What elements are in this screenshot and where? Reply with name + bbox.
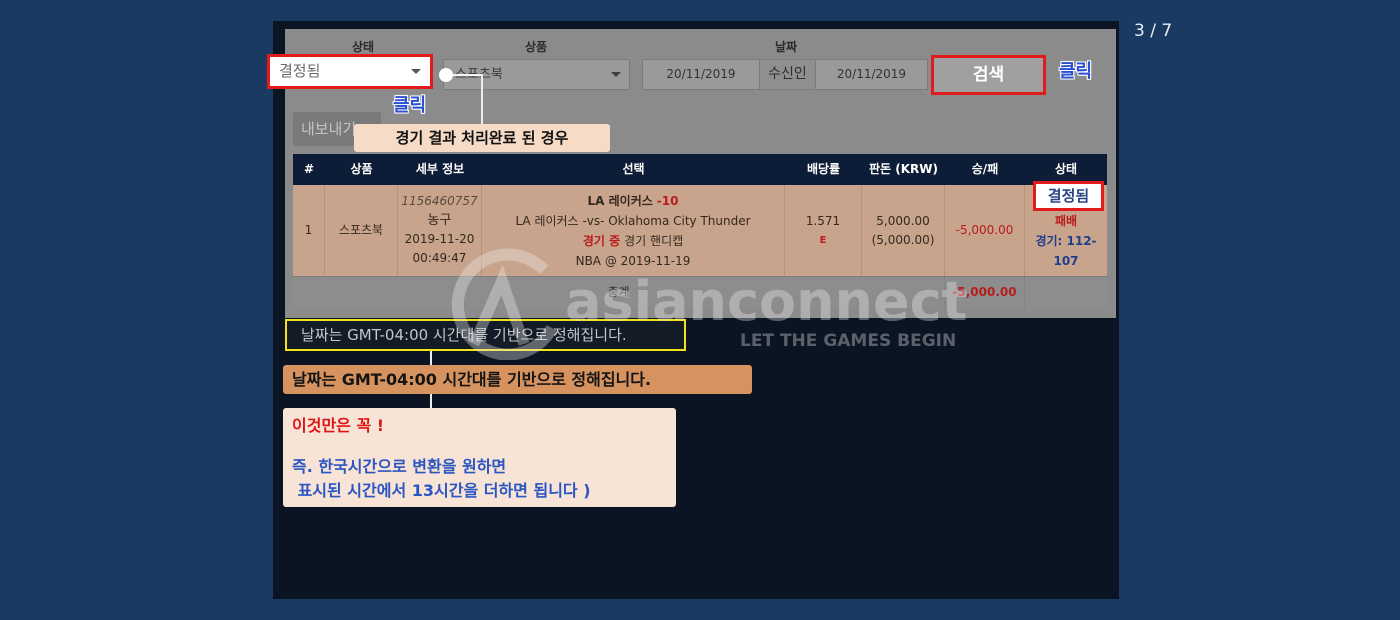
odds-format: E xyxy=(819,235,827,246)
selection-bet-type: 경기 핸디캡 xyxy=(624,234,684,248)
column-header-product: 상품 xyxy=(350,162,373,176)
win-loss-value: -5,000.00 xyxy=(955,223,1014,237)
table-row: 1 스포츠북 1156460757 농구 2019-11-20 00:49:47… xyxy=(293,185,1107,276)
status-select-value: 결정됨 xyxy=(279,62,321,80)
tip-box: 이것만은 꼭 ! 즉. 한국시간으로 변환을 원하면 표시된 시간에서 13시간… xyxy=(283,408,676,507)
row-win-loss: -5,000.00 xyxy=(945,185,1025,276)
row-index-value: 1 xyxy=(304,223,313,237)
slide-counter: 3 / 7 xyxy=(1134,21,1173,41)
row-stake: 5,000.00 (5,000.00) xyxy=(862,185,945,276)
total-status-cell xyxy=(1025,277,1107,308)
status-score-line1: 경기: 112- xyxy=(1035,234,1097,248)
column-header-selection: 선택 xyxy=(622,162,645,176)
status-score-line2: 107 xyxy=(1053,254,1079,268)
stake-sub-value: (5,000.00) xyxy=(871,233,935,247)
column-header-index: # xyxy=(303,162,315,176)
tip-title: 이것만은 꼭 ! xyxy=(292,416,385,435)
click-hint-search: 클릭 xyxy=(1059,61,1093,82)
odds-value: 1.571 xyxy=(805,214,841,228)
bet-time: 00:49:47 xyxy=(412,251,467,265)
row-odds: 1.571 E xyxy=(785,185,862,276)
column-header-details: 세부 정보 xyxy=(415,162,465,176)
status-result: 패배 xyxy=(1054,214,1078,228)
table-total-row: 총계 -5,000.00 xyxy=(293,276,1107,308)
caret-down-icon xyxy=(411,69,421,74)
selection-handicap: -10 xyxy=(656,194,679,208)
column-header-stake: 판돈 (KRW) xyxy=(868,162,938,176)
bet-sport: 농구 xyxy=(427,213,452,228)
total-win-loss: -5,000.00 xyxy=(945,277,1025,308)
connector-line xyxy=(481,74,483,124)
status-filter-label: 상태 xyxy=(351,40,375,54)
row-product-value: 스포츠북 xyxy=(338,223,384,237)
row-details: 1156460757 농구 2019-11-20 00:49:47 xyxy=(398,185,482,276)
row-index: 1 xyxy=(293,185,325,276)
status-select[interactable]: 결정됨 xyxy=(267,54,433,89)
column-header-odds: 배당률 xyxy=(806,162,841,176)
selection-team: LA 레이커스 xyxy=(587,194,653,208)
settled-note-label: 경기 결과 처리완료 된 경우 xyxy=(354,124,610,152)
status-badge: 결정됨 xyxy=(1033,181,1104,211)
selection-match: LA 레이커스 -vs- Oklahoma City Thunder xyxy=(515,214,751,228)
date-to-input[interactable]: 20/11/2019 xyxy=(815,59,928,90)
tip-line-1: 즉. 한국시간으로 변환을 원하면 xyxy=(292,457,507,476)
timezone-notice: 날짜는 GMT-04:00 시간대를 기반으로 정해집니다. xyxy=(285,319,686,351)
date-from-input[interactable]: 20/11/2019 xyxy=(642,59,760,90)
timezone-callout: 날짜는 GMT-04:00 시간대를 기반으로 정해집니다. xyxy=(283,365,752,394)
tip-line-2: 표시된 시간에서 13시간을 더하면 됩니다 ) xyxy=(292,481,591,500)
selection-league: NBA @ 2019-11-19 xyxy=(575,254,691,268)
click-hint-status: 클릭 xyxy=(393,95,427,116)
bet-id: 1156460757 xyxy=(401,194,478,208)
product-filter-label: 상품 xyxy=(524,40,548,54)
bet-date: 2019-11-20 xyxy=(404,232,475,246)
bets-table-header: # 상품 세부 정보 선택 배당률 판돈 (KRW) 승/패 상태 xyxy=(293,154,1107,185)
callout-connector xyxy=(430,394,432,408)
column-header-win-loss: 승/패 xyxy=(971,162,999,176)
stake-value: 5,000.00 xyxy=(876,214,930,228)
selection-market: 경기 중 경기 핸디캡 xyxy=(482,231,784,251)
selection-live-badge: 경기 중 xyxy=(582,234,621,248)
selection-pick: LA 레이커스 -10 xyxy=(482,191,784,211)
total-label: 총계 xyxy=(293,277,945,308)
date-filter-label: 날짜 xyxy=(774,40,798,54)
date-range-separator: 수신인 xyxy=(760,59,815,90)
search-button[interactable]: 검색 xyxy=(931,55,1046,95)
callout-connector xyxy=(430,351,432,365)
caret-down-icon xyxy=(611,72,621,77)
dot-marker-icon xyxy=(439,68,453,82)
row-selection: LA 레이커스 -10 LA 레이커스 -vs- Oklahoma City Th… xyxy=(482,185,785,276)
row-product: 스포츠북 xyxy=(325,185,398,276)
